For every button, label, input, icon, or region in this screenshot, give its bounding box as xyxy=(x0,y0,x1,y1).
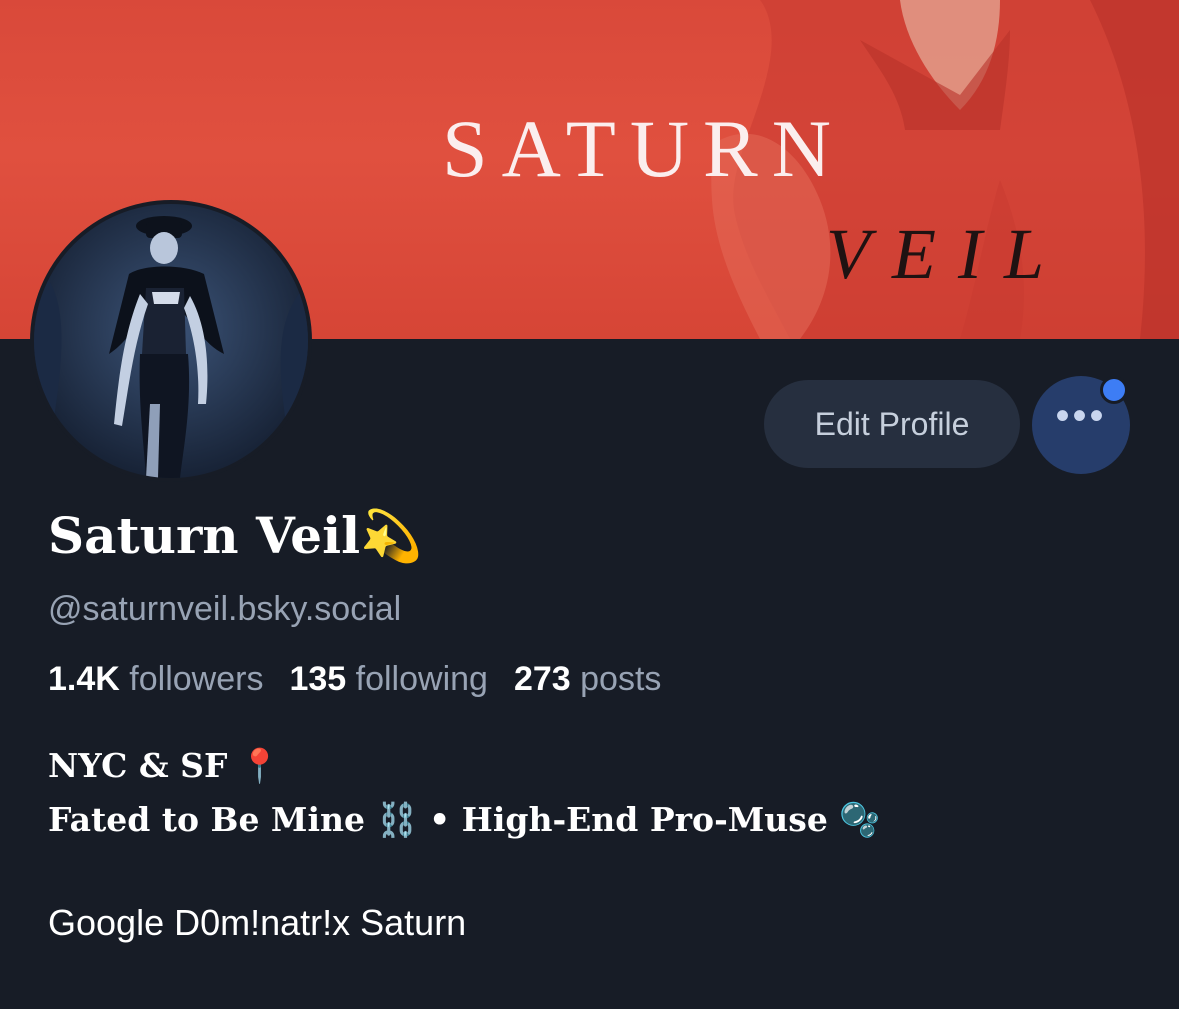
dizzy-star-icon: 💫 xyxy=(360,507,423,565)
followers-stat[interactable]: 1.4K followers xyxy=(48,660,263,699)
notification-dot-icon xyxy=(1100,376,1128,404)
following-stat[interactable]: 135 following xyxy=(289,660,488,699)
bio-tagline-part2: High-End Pro-Muse xyxy=(461,800,828,839)
avatar[interactable] xyxy=(30,200,312,482)
bio-tagline-part1: Fated to Be Mine xyxy=(48,800,365,839)
profile-handle[interactable]: @saturnveil.bsky.social xyxy=(48,590,401,629)
profile-page: SATURN VEIL Edit Profile ••• Saturn Veil… xyxy=(0,0,1179,1009)
followers-count: 1.4K xyxy=(48,660,120,698)
posts-count: 273 xyxy=(513,660,571,698)
followers-label: followers xyxy=(129,660,264,698)
more-options-icon: ••• xyxy=(1055,394,1107,438)
bio-tagline: Fated to Be Mine ⛓️ • High-End Pro-Muse … xyxy=(48,800,880,840)
bubbles-icon: 🫧 xyxy=(839,800,881,839)
posts-stat[interactable]: 273 posts xyxy=(514,660,661,699)
avatar-image xyxy=(34,204,308,478)
bio-separator: • xyxy=(429,800,451,839)
profile-stats: 1.4K followers 135 following 273 posts xyxy=(48,660,687,699)
bio-extra: Google D0m!natr!x Saturn xyxy=(48,902,467,943)
bio-location: NYC & SF 📍 xyxy=(48,746,280,786)
banner-title: SATURN xyxy=(442,103,845,194)
pin-icon: 📍 xyxy=(238,746,281,785)
banner-subtitle: VEIL xyxy=(826,214,1066,294)
edit-profile-button[interactable]: Edit Profile xyxy=(764,380,1020,468)
display-name-text: Saturn Veil xyxy=(48,506,361,565)
posts-label: posts xyxy=(580,660,662,698)
bio-location-text: NYC & SF xyxy=(48,746,228,785)
following-label: following xyxy=(355,660,488,698)
chains-icon: ⛓️ xyxy=(376,800,418,839)
display-name: Saturn Veil💫 xyxy=(48,506,422,566)
following-count: 135 xyxy=(289,660,347,698)
